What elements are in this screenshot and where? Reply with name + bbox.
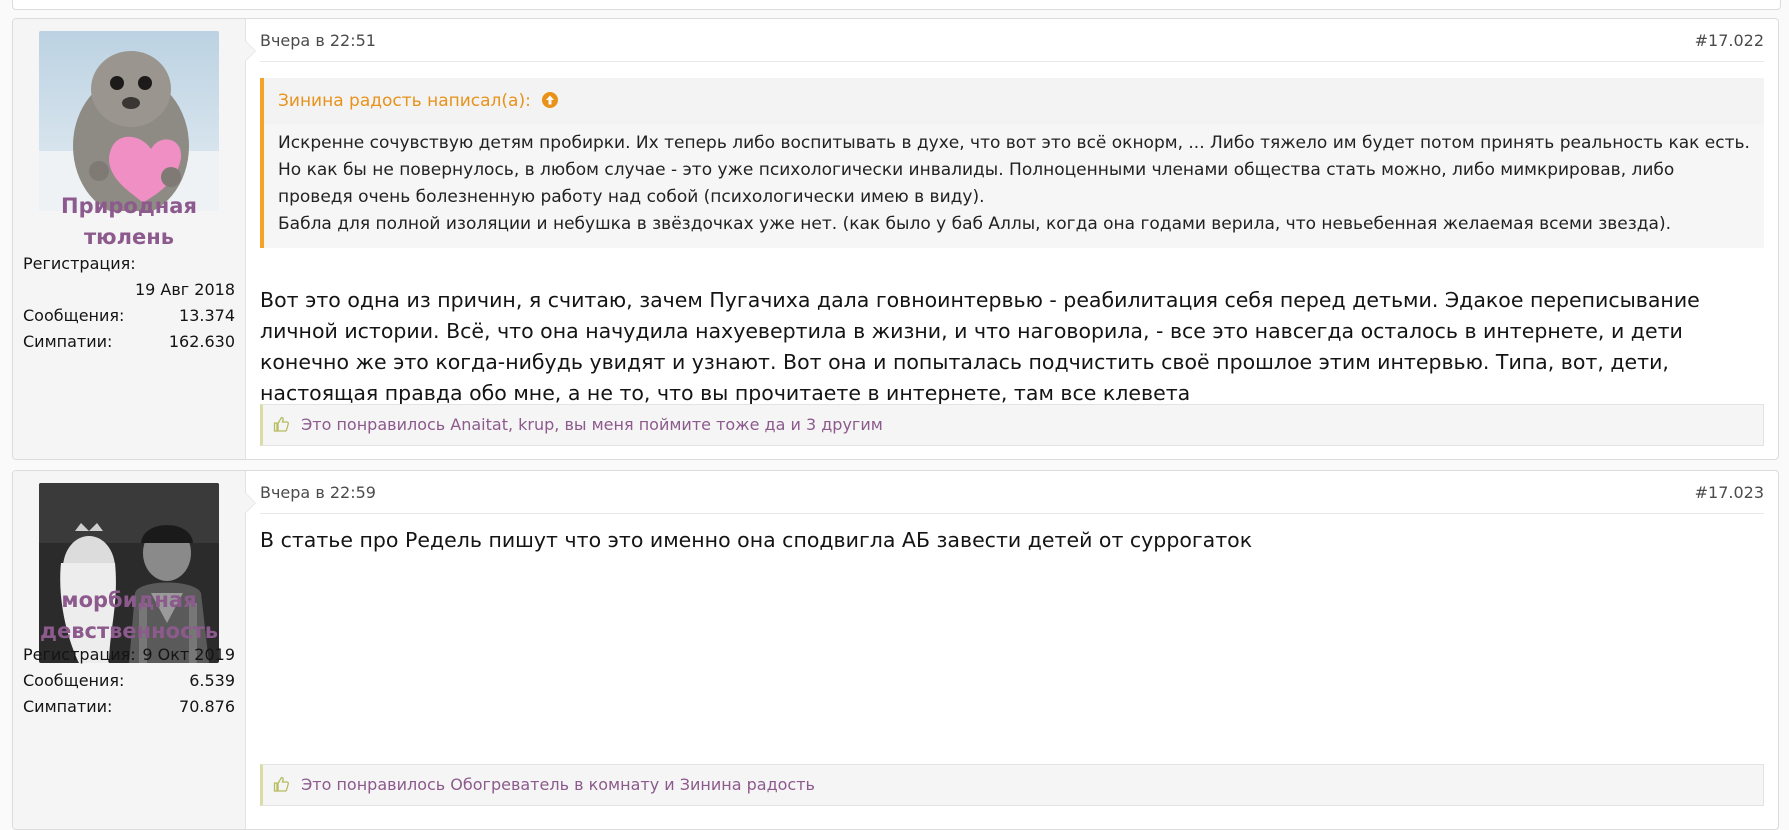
post-17023: морбидная девственность Регистрация: 9 О… xyxy=(12,470,1779,830)
quote-header: Зинина радость написал(а): xyxy=(264,78,1764,124)
stat-label: Симпатии: xyxy=(23,332,113,351)
username-line-1[interactable]: морбидная xyxy=(13,585,245,616)
quote-paragraph: Бабла для полной изоляции и небушка в зв… xyxy=(278,214,1671,234)
username-line-2[interactable]: тюлень xyxy=(13,222,245,253)
stat-value: 70.876 xyxy=(179,697,235,716)
quote-author: Зинина радость написал(а): xyxy=(278,91,531,111)
post-number[interactable]: #17.022 xyxy=(1695,29,1764,53)
user-arrow xyxy=(245,41,255,61)
likes-text[interactable]: Это понравилось Anaitat, krup, вы меня п… xyxy=(301,415,883,434)
post-content: Вчера в 22:59 #17.023 В статье про Редел… xyxy=(260,471,1764,829)
message-body: В статье про Редель пишут что это именно… xyxy=(260,528,1253,552)
post-number[interactable]: #17.023 xyxy=(1695,481,1764,505)
post-meta: Вчера в 22:59 #17.023 xyxy=(260,481,1764,514)
user-arrow xyxy=(245,493,255,513)
stat-label: Симпатии: xyxy=(23,697,113,716)
thumbs-up-icon xyxy=(273,407,289,432)
stat-messages: Сообщения: 13.374 xyxy=(23,303,235,329)
username[interactable]: морбидная девственность xyxy=(13,585,245,647)
quote-block: Зинина радость написал(а): Искренне сочу… xyxy=(260,78,1764,248)
thumbs-up-icon xyxy=(273,767,289,792)
previous-post-edge xyxy=(12,0,1781,10)
stat-likes: Симпатии: 70.876 xyxy=(23,694,235,720)
post-date[interactable]: Вчера в 22:59 xyxy=(260,481,376,505)
post-date[interactable]: Вчера в 22:51 xyxy=(260,29,376,53)
stat-likes: Симпатии: 162.630 xyxy=(23,329,235,355)
post-content: Вчера в 22:51 #17.022 Зинина радость нап… xyxy=(260,19,1764,459)
stat-label: Регистрация: xyxy=(23,254,136,273)
likes-bar: Это понравилось Anaitat, krup, вы меня п… xyxy=(260,404,1764,446)
quote-paragraph: Искренне сочувствую детям пробирки. Их т… xyxy=(278,133,1750,207)
stat-label: Регистрация: xyxy=(23,645,136,664)
post-17022: Природная тюлень Регистрация: 19 Авг 201… xyxy=(12,18,1779,460)
likes-bar: Это понравилось Обогреватель в комнату и… xyxy=(260,764,1764,806)
stat-label: Сообщения: xyxy=(23,671,125,690)
stat-value: 162.630 xyxy=(168,332,235,351)
stat-value: 6.539 xyxy=(189,671,235,690)
username[interactable]: Природная тюлень xyxy=(13,191,245,253)
stat-value: 13.374 xyxy=(179,306,235,325)
user-stats: Регистрация: 9 Окт 2019 Сообщения: 6.539… xyxy=(23,642,235,720)
stat-registration: Регистрация: 19 Авг 2018 xyxy=(23,251,235,303)
user-info: морбидная девственность Регистрация: 9 О… xyxy=(13,471,246,829)
username-line-1[interactable]: Природная xyxy=(13,191,245,222)
likes-text[interactable]: Это понравилось Обогреватель в комнату и… xyxy=(301,775,815,794)
stat-label: Сообщения: xyxy=(23,306,125,325)
user-info: Природная тюлень Регистрация: 19 Авг 201… xyxy=(13,19,246,459)
quote-text: Искренне сочувствую детям пробирки. Их т… xyxy=(264,124,1764,248)
stat-messages: Сообщения: 6.539 xyxy=(23,668,235,694)
stat-value: 19 Авг 2018 xyxy=(134,280,235,299)
message-body: Вот это одна из причин, я считаю, зачем … xyxy=(260,288,1700,405)
stat-value: 9 Окт 2019 xyxy=(142,645,235,664)
avatar[interactable] xyxy=(39,31,219,211)
user-stats: Регистрация: 19 Авг 2018 Сообщения: 13.3… xyxy=(23,251,235,355)
post-meta: Вчера в 22:51 #17.022 xyxy=(260,29,1764,62)
stat-registration: Регистрация: 9 Окт 2019 xyxy=(23,642,235,668)
arrow-up-circle-icon[interactable] xyxy=(542,80,559,108)
